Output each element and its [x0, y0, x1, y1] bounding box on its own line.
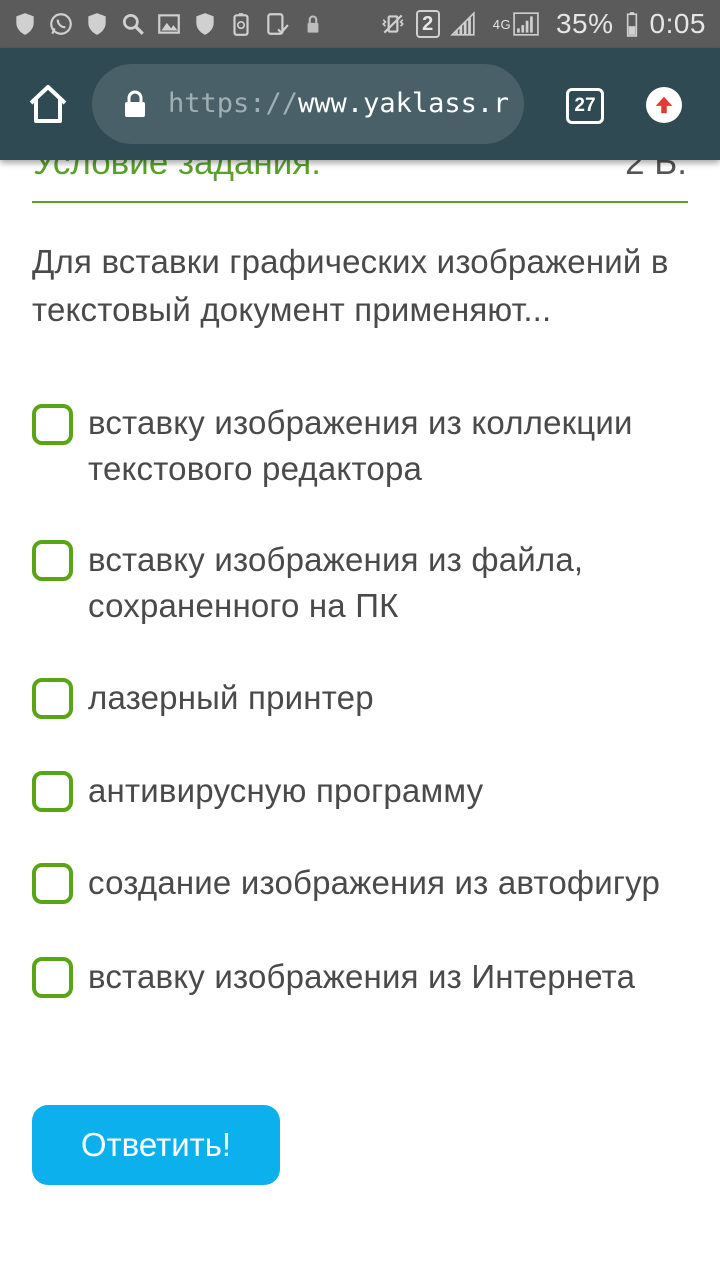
url-bar[interactable]: https://www.yaklass.ru/T	[92, 64, 524, 144]
status-bar: 2 4G 35% 0:05	[0, 0, 720, 48]
option-checkbox[interactable]	[32, 540, 73, 581]
option-label[interactable]: вставку изображения из Интернета	[88, 954, 678, 1000]
home-icon[interactable]	[26, 82, 70, 126]
shield-icon	[12, 11, 38, 37]
option-label[interactable]: лазерный принтер	[88, 675, 678, 721]
battery-percent: 35%	[555, 8, 614, 39]
shield-icon	[84, 11, 110, 37]
option-checkbox[interactable]	[32, 678, 73, 719]
title-divider	[32, 201, 688, 203]
option-label[interactable]: создание изображения из автофигур	[88, 860, 678, 906]
clock: 0:05	[649, 8, 706, 39]
mute-vibrate-icon	[380, 11, 406, 37]
image-icon	[156, 11, 182, 37]
browser-toolbar: https://www.yaklass.ru/T 27	[0, 48, 720, 160]
update-arrow-icon[interactable]	[646, 87, 682, 123]
tab-switcher-button[interactable]: 27	[566, 88, 604, 124]
signal-4g-icon: 4G	[486, 11, 546, 37]
notification-icons	[0, 11, 326, 37]
task-content: Условие задания: 2 Б. Для вставки графич…	[0, 0, 720, 1280]
shield-icon	[192, 11, 218, 37]
option-label[interactable]: вставку изображения из коллекции текстов…	[88, 400, 678, 492]
signal-icon	[450, 11, 476, 37]
recycle-battery-icon	[228, 11, 254, 37]
submit-answer-button[interactable]: Ответить!	[32, 1105, 280, 1185]
url-text[interactable]: https://www.yaklass.ru/T	[168, 84, 508, 124]
lock-icon	[124, 90, 146, 118]
option-label[interactable]: антивирусную программу	[88, 768, 678, 814]
battery-icon	[624, 11, 640, 37]
option-checkbox[interactable]	[32, 404, 73, 445]
option-checkbox[interactable]	[32, 957, 73, 998]
tablet-check-icon	[264, 11, 290, 37]
lock-icon	[300, 11, 326, 37]
search-icon	[120, 11, 146, 37]
system-indicators: 2 4G 35% 0:05	[380, 8, 720, 40]
sim-2-icon: 2	[415, 10, 440, 38]
tab-count: 27	[574, 95, 596, 116]
option-checkbox[interactable]	[32, 771, 73, 812]
option-checkbox[interactable]	[32, 863, 73, 904]
whatsapp-icon	[48, 11, 74, 37]
option-label[interactable]: вставку изображения из файла, сохраненно…	[88, 537, 678, 629]
question-text: Для вставки графических изображений в те…	[32, 243, 669, 328]
